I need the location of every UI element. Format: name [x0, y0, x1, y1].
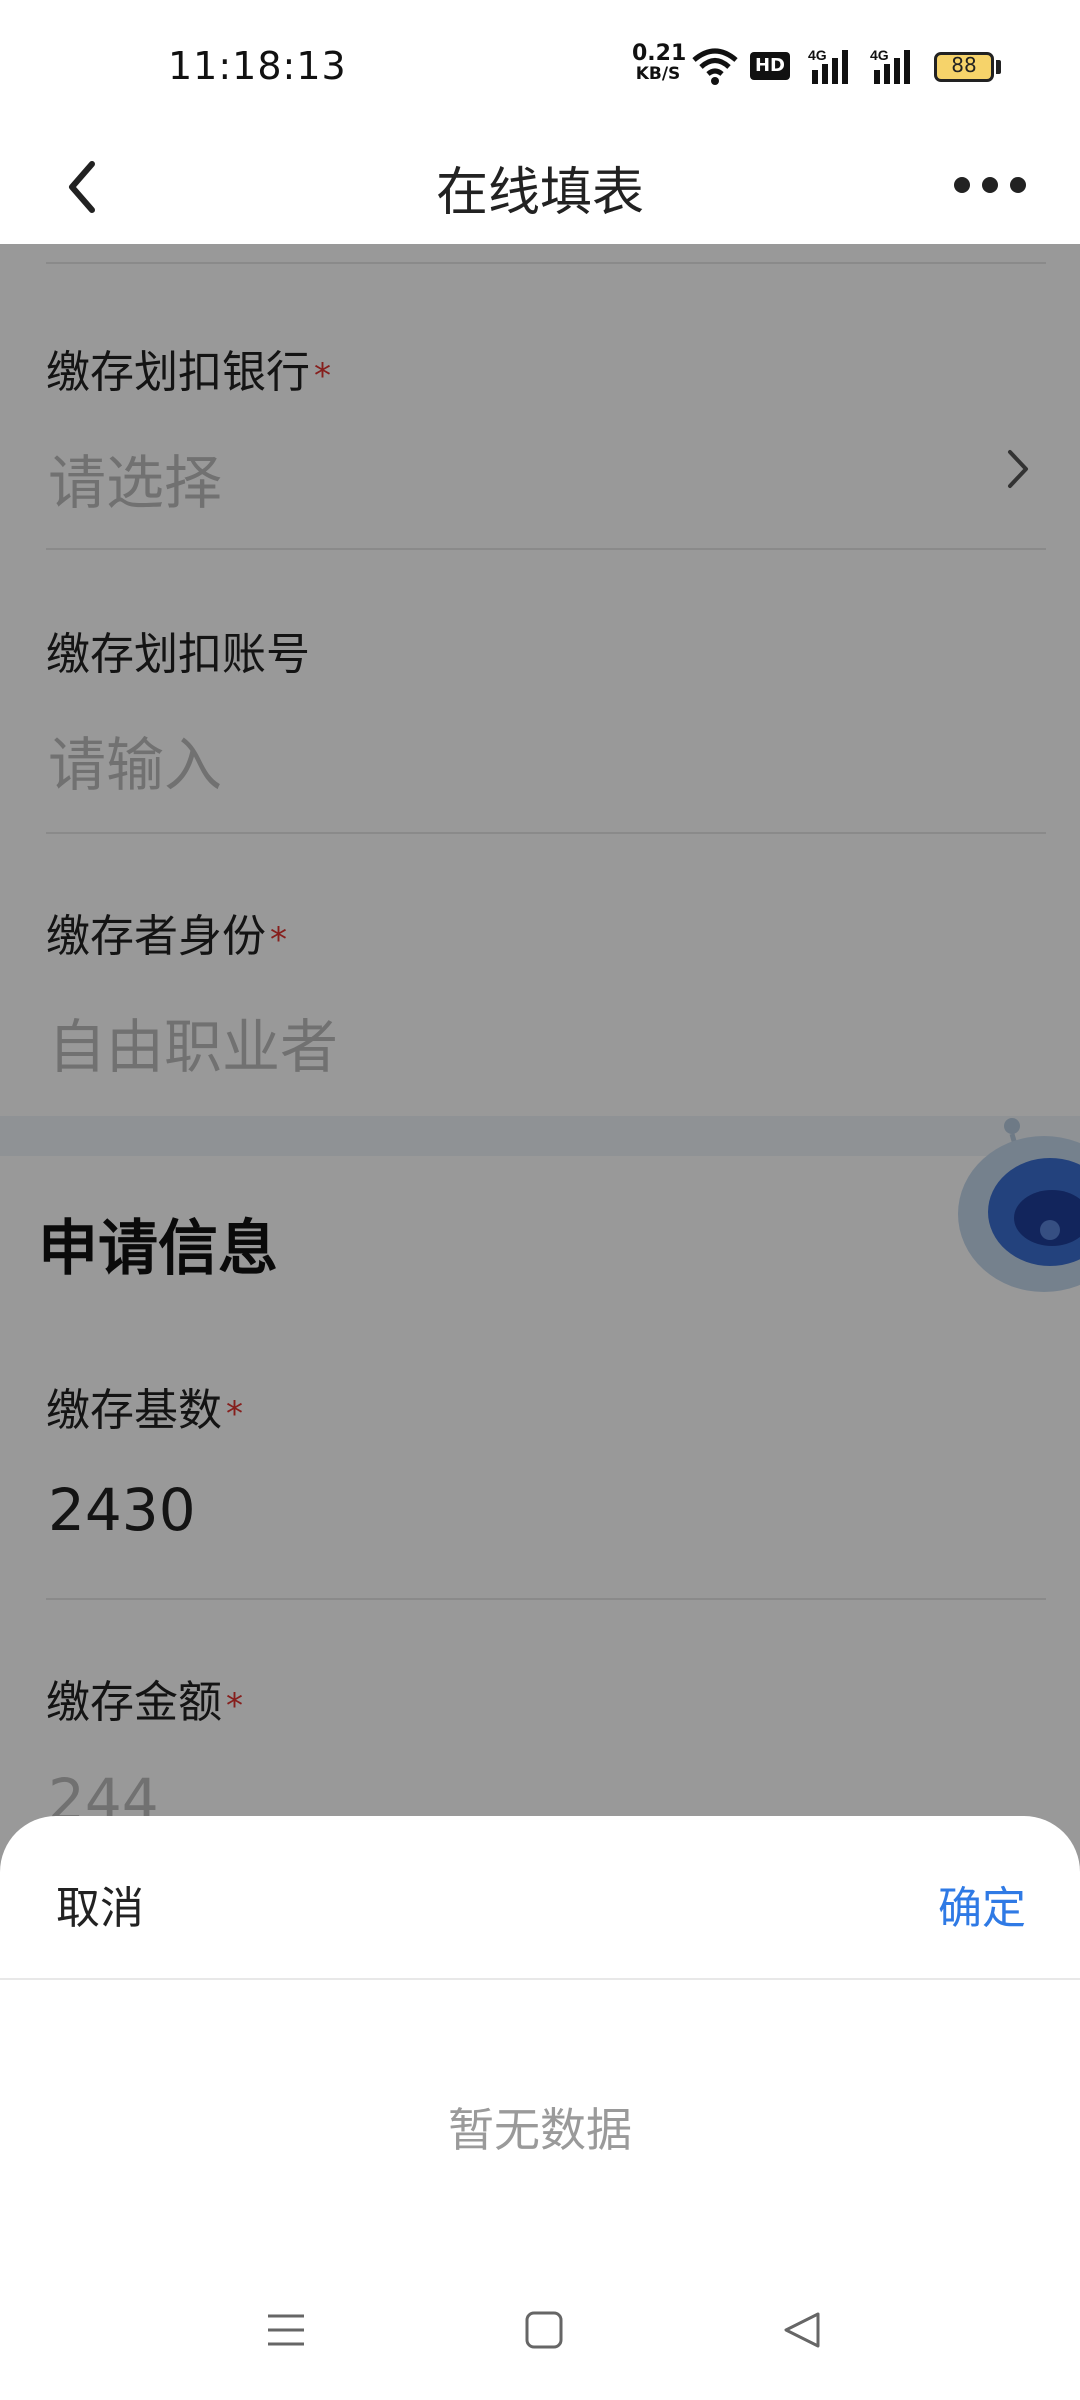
signal-4g-icon: 4G	[870, 47, 910, 84]
empty-state-text: 暂无数据	[448, 2103, 632, 2157]
svg-text:4G: 4G	[808, 47, 827, 63]
home-icon[interactable]	[524, 2310, 564, 2350]
battery-icon: 88	[934, 52, 994, 82]
network-speed-value: 0.21	[632, 41, 687, 66]
hd-label: HD	[754, 55, 785, 76]
menu-icon[interactable]	[266, 2310, 306, 2350]
wifi-icon	[692, 48, 738, 85]
battery-level: 88	[951, 53, 977, 77]
sheet-divider	[0, 1978, 1080, 1980]
network-speed-unit: KB/S	[635, 64, 681, 84]
screen: 11:18:13 0.21 KB/S HD 4G 4G 88 在线填表 缴存划扣…	[0, 0, 1080, 2400]
svg-text:4G: 4G	[870, 47, 889, 63]
network-speed: 0.21 KB/S	[632, 41, 687, 85]
nav-bar: 在线填表	[0, 128, 1080, 244]
battery-tip	[996, 60, 1001, 74]
signal-4g-icon: 4G	[808, 47, 848, 84]
page-title: 在线填表	[435, 163, 644, 223]
status-bar: 11:18:13 0.21 KB/S HD 4G 4G 88	[0, 0, 1080, 128]
status-time: 11:18:13	[168, 44, 347, 88]
cancel-button[interactable]: 取消	[56, 1872, 144, 1936]
confirm-button[interactable]: 确定	[938, 1872, 1026, 1936]
hd-icon: HD	[750, 52, 790, 80]
back-icon[interactable]	[782, 2310, 822, 2350]
more-dots-icon[interactable]	[950, 170, 1030, 200]
